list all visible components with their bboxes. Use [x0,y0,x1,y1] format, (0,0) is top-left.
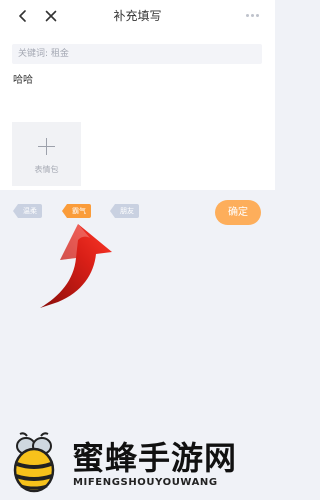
nav-bar: 补充填写 [0,0,275,34]
watermark-title: 蜜蜂手游网 [72,439,238,477]
tag-domineering[interactable]: 霸气 [62,204,91,218]
tag-friend[interactable]: 朋友 [110,204,139,218]
red-arrow-annotation [40,224,112,308]
watermark-subtitle: MIFENGSHOUYOUWANG [73,477,218,488]
more-dots-icon [245,13,249,17]
watermark: 蜜蜂手游网 MIFENGSHOUYOUWANG [0,425,275,500]
more-button[interactable] [241,4,263,26]
add-emoji-label: 表情包 [34,165,59,174]
input-panel: 补充填写 关键词: 租金 哈哈 表情包 [0,0,275,190]
keyword-field[interactable]: 关键词: 租金 [12,44,262,64]
tag-gentle[interactable]: 温柔 [13,204,42,218]
plus-icon [38,138,55,155]
confirm-button[interactable]: 确定 [215,200,261,225]
content-input-text[interactable]: 哈哈 [13,71,33,86]
page-title: 补充填写 [113,9,162,23]
bee-logo-icon [13,432,55,493]
add-emoji-button[interactable]: 表情包 [12,122,81,186]
